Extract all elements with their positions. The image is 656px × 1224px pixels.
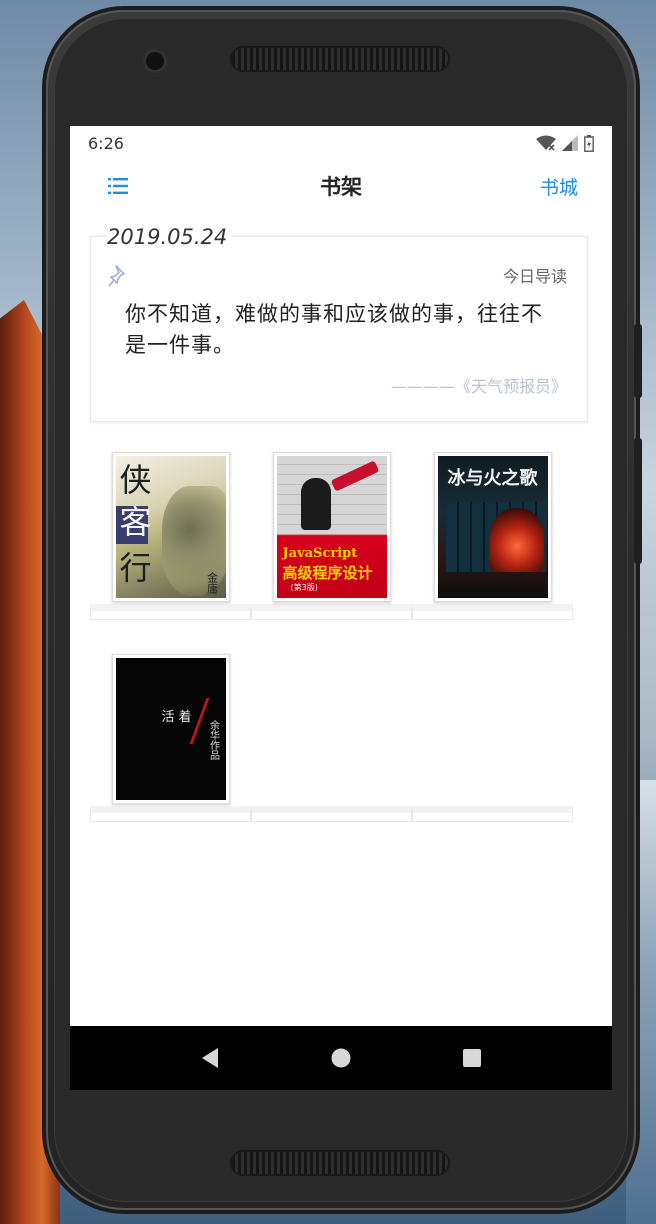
card-quote: 你不知道，难做的事和应该做的事，往往不是一件事。 bbox=[125, 302, 543, 357]
card-date: 2019.05.24 bbox=[107, 225, 232, 249]
bookshelf-row: 侠 客 行 金庸 JavaScript 高级程序设计 (第3版) 冰与火之歌 bbox=[90, 452, 574, 620]
signal-icon bbox=[562, 135, 578, 151]
cover-edition: (第3版) bbox=[290, 583, 318, 592]
recents-square-icon[interactable] bbox=[452, 1038, 492, 1078]
system-navigation-bar bbox=[70, 1026, 612, 1090]
card-tag: 今日导读 bbox=[502, 267, 567, 286]
battery-icon bbox=[584, 134, 594, 152]
shelf-board bbox=[90, 604, 574, 620]
cover-title: 活着 bbox=[161, 710, 196, 725]
book-slot-empty bbox=[412, 654, 573, 806]
front-camera bbox=[146, 52, 164, 70]
power-button[interactable] bbox=[634, 438, 642, 564]
pin-icon bbox=[107, 263, 133, 293]
shelf-segment bbox=[90, 604, 251, 620]
menu-list-icon[interactable] bbox=[108, 177, 128, 195]
app-screen: 6:26 书架 书城 2019.05.24 今日导读 你不知道，难做的事和应该做… bbox=[70, 126, 612, 1090]
cover-art: 活着 余华作品 bbox=[115, 658, 226, 800]
shelf-segment bbox=[412, 806, 573, 822]
wifi-icon bbox=[536, 135, 556, 151]
book-cover-xiakexing[interactable]: 侠 客 行 金庸 bbox=[111, 452, 230, 602]
shelf-segment bbox=[251, 604, 412, 620]
volume-button[interactable] bbox=[634, 324, 642, 398]
back-triangle-icon[interactable] bbox=[190, 1038, 230, 1078]
top-navbar: 书架 书城 bbox=[70, 160, 612, 212]
status-bar: 6:26 bbox=[70, 126, 612, 160]
cover-char: 行 bbox=[119, 549, 152, 587]
status-time: 6:26 bbox=[88, 133, 124, 153]
cover-author: 金庸 bbox=[205, 572, 219, 594]
bookshelf-row: 活着 余华作品 bbox=[90, 654, 574, 822]
fire-decoration bbox=[489, 508, 544, 572]
book-slot-empty bbox=[251, 654, 412, 806]
cover-char: 侠 bbox=[119, 461, 152, 499]
child-figure bbox=[300, 478, 331, 530]
status-icons bbox=[536, 134, 594, 152]
daily-reading-card[interactable]: 2019.05.24 今日导读 你不知道，难做的事和应该做的事，往往不是一件事。… bbox=[90, 225, 588, 422]
shelf-segment bbox=[412, 604, 573, 620]
home-circle-icon[interactable] bbox=[321, 1038, 361, 1078]
book-slot: 冰与火之歌 bbox=[412, 452, 573, 604]
shelf-board bbox=[90, 806, 574, 822]
cover-char: 客 bbox=[119, 503, 152, 541]
book-cover-song-of-ice-and-fire[interactable]: 冰与火之歌 bbox=[433, 452, 552, 602]
book-slot: 活着 余华作品 bbox=[90, 654, 251, 806]
page-title: 书架 bbox=[320, 175, 362, 199]
top-speaker bbox=[232, 48, 448, 70]
cover-title: 冰与火之歌 bbox=[447, 468, 538, 489]
bottom-speaker bbox=[232, 1152, 448, 1174]
cover-art: JavaScript 高级程序设计 (第3版) bbox=[276, 456, 387, 598]
bookstore-link[interactable]: 书城 bbox=[540, 173, 578, 200]
book-cover-javascript[interactable]: JavaScript 高级程序设计 (第3版) bbox=[272, 452, 391, 602]
cover-art: 冰与火之歌 bbox=[437, 456, 548, 598]
book-slot: 侠 客 行 金庸 bbox=[90, 452, 251, 604]
card-source: ————《天气预报员》 bbox=[390, 377, 567, 396]
cover-title-zh: 高级程序设计 bbox=[282, 564, 373, 582]
book-cover-huozhe[interactable]: 活着 余华作品 bbox=[111, 654, 230, 804]
cover-art: 侠 客 行 金庸 bbox=[115, 456, 226, 598]
shelf-segment bbox=[251, 806, 412, 822]
cover-title-en: JavaScript bbox=[282, 546, 358, 561]
cover-subtitle: 余华作品 bbox=[207, 720, 219, 760]
book-slot: JavaScript 高级程序设计 (第3版) bbox=[251, 452, 412, 604]
shelf-segment bbox=[90, 806, 251, 822]
